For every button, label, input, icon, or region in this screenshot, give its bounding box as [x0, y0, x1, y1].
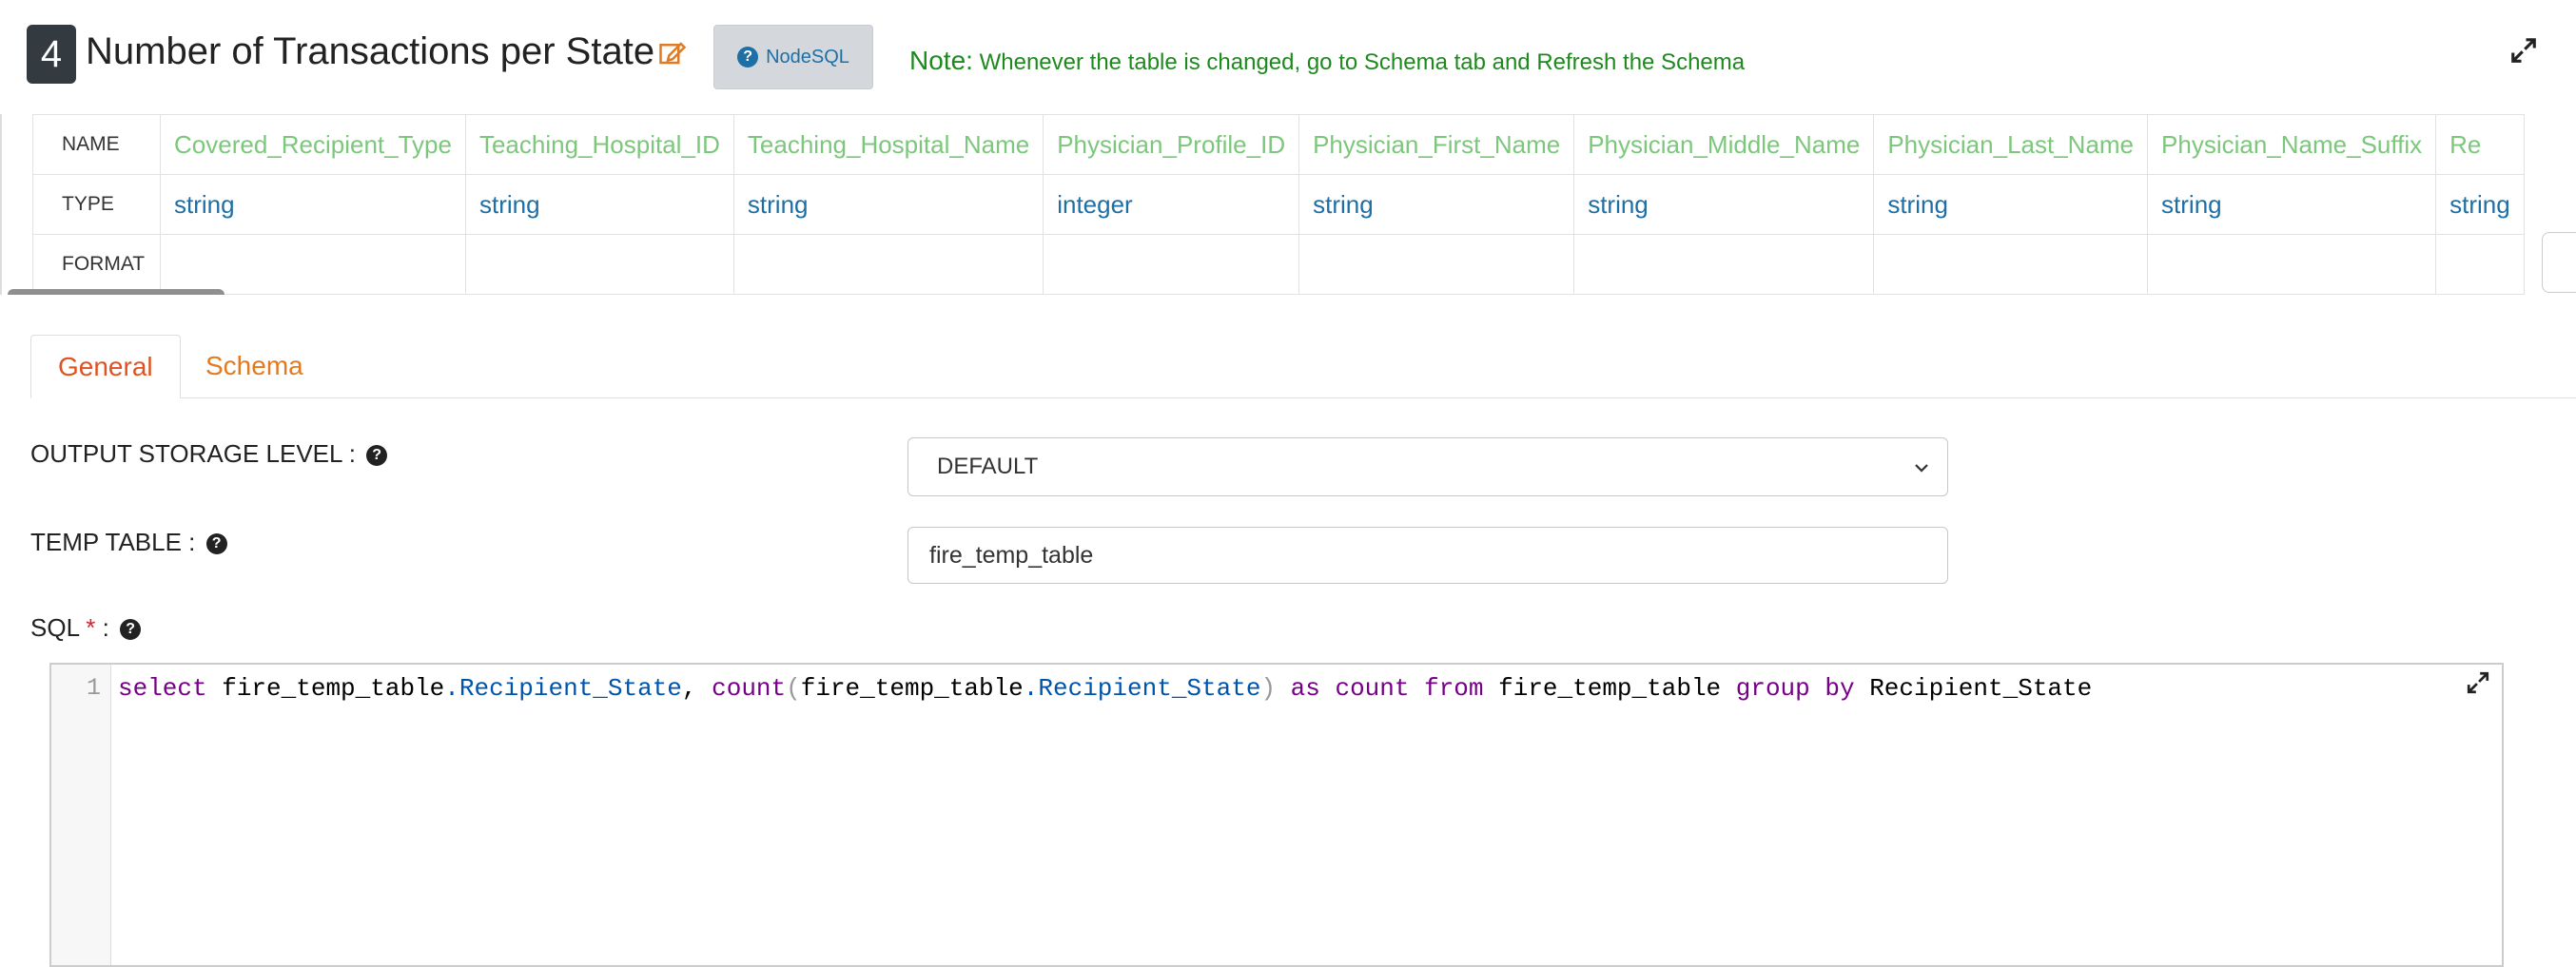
column-type-cell: string	[1873, 174, 2149, 235]
column-type-cell: string	[160, 174, 466, 235]
node-header: 4 Number of Transactions per State ? Nod…	[0, 0, 2576, 114]
tab-schema[interactable]: Schema	[179, 335, 330, 397]
code-token: from	[1409, 674, 1499, 703]
column-type-cell: string	[464, 174, 734, 235]
row-label-format: FORMAT	[32, 234, 161, 295]
column-name-cell: Teaching_Hospital_ID	[464, 114, 734, 175]
code-token: as	[1276, 674, 1336, 703]
sql-label-row: SQL * : ?	[30, 613, 142, 643]
column-format-cell	[160, 234, 466, 295]
note-label: Note:	[909, 46, 973, 75]
schema-note: Note: Whenever the table is changed, go …	[909, 46, 1745, 76]
code-token: .Recipient_State	[1023, 674, 1261, 703]
editor-gutter: 1	[51, 665, 111, 965]
code-token: fire_temp_table	[800, 674, 1024, 703]
help-icon[interactable]: ?	[205, 533, 227, 555]
temp-table-input[interactable]	[907, 527, 1948, 584]
expand-icon[interactable]	[2466, 670, 2490, 695]
output-storage-value: DEFAULT	[937, 454, 1039, 479]
code-token: (	[786, 674, 801, 703]
schema-table: NAME Covered_Recipient_Type Teaching_Hos…	[32, 114, 2525, 295]
chevron-down-icon	[1915, 464, 1928, 473]
edge-edit-button[interactable]	[2542, 232, 2576, 293]
column-format-cell	[1043, 234, 1300, 295]
column-type-cell: integer	[1043, 174, 1300, 235]
column-name-cell: Physician_First_Name	[1298, 114, 1575, 175]
sql-label-colon: :	[102, 613, 109, 642]
column-name-cell: Covered_Recipient_Type	[160, 114, 466, 175]
column-format-cell	[1873, 234, 2149, 295]
row-label-name: NAME	[32, 114, 161, 175]
column-name-cell: Physician_Profile_ID	[1043, 114, 1300, 175]
line-number: 1	[86, 674, 101, 702]
column-type-cell: string	[2435, 174, 2525, 235]
expand-icon[interactable]	[2509, 36, 2538, 65]
help-icon[interactable]: ?	[366, 445, 388, 467]
column-format-cell	[732, 234, 1044, 295]
column-name-cell: Physician_Last_Name	[1873, 114, 2149, 175]
column-format-cell	[2147, 234, 2437, 295]
column-name-cell: Physician_Name_Suffix	[2147, 114, 2437, 175]
output-storage-select[interactable]: DEFAULT	[907, 437, 1948, 496]
code-token: by	[1809, 674, 1870, 703]
column-name-cell: Re	[2435, 114, 2525, 175]
nodesql-label: NodeSQL	[766, 46, 849, 68]
edit-icon[interactable]	[658, 39, 687, 68]
sql-editor[interactable]: 1 select fire_temp_table.Recipient_State…	[49, 663, 2504, 967]
note-text: Whenever the table is changed, go to Sch…	[979, 49, 1746, 75]
code-token: ,	[681, 674, 712, 703]
schema-row-format: FORMAT	[32, 234, 2525, 295]
row-label-type: TYPE	[32, 174, 161, 235]
nodesql-button[interactable]: ? NodeSQL	[713, 25, 873, 89]
sql-label: SQL	[30, 613, 80, 642]
temp-table-label: TEMP TABLE :	[30, 528, 196, 556]
schema-table-container[interactable]: NAME Covered_Recipient_Type Teaching_Hos…	[0, 114, 2576, 295]
column-format-cell	[2435, 234, 2525, 295]
column-type-cell: string	[1573, 174, 1875, 235]
schema-row-name: NAME Covered_Recipient_Type Teaching_Hos…	[32, 114, 2525, 175]
required-asterisk: *	[86, 613, 96, 642]
code-token: )	[1260, 674, 1277, 703]
code-token: count	[1335, 674, 1410, 703]
output-storage-label-row: OUTPUT STORAGE LEVEL : ?	[30, 439, 388, 469]
column-name-cell: Physician_Middle_Name	[1573, 114, 1875, 175]
help-icon[interactable]: ?	[120, 619, 142, 641]
code-token: count	[712, 674, 787, 703]
schema-row-type: TYPE string string string integer string…	[32, 174, 2525, 235]
output-storage-label: OUTPUT STORAGE LEVEL :	[30, 439, 356, 468]
code-token: Recipient_State	[1869, 674, 2093, 703]
node-title-text: Number of Transactions per State	[86, 30, 655, 72]
tab-general[interactable]: General	[30, 335, 181, 398]
code-line[interactable]: select fire_temp_table.Recipient_State, …	[118, 674, 2092, 703]
node-title: Number of Transactions per State	[86, 25, 687, 78]
horizontal-scrollbar[interactable]	[8, 289, 224, 295]
code-token: .Recipient_State	[444, 674, 682, 703]
tab-bar: General Schema	[30, 335, 2576, 398]
code-token: group	[1735, 674, 1810, 703]
node-number-badge: 4	[27, 25, 76, 84]
column-type-cell: string	[1298, 174, 1575, 235]
temp-table-label-row: TEMP TABLE : ?	[30, 528, 227, 557]
column-format-cell	[1298, 234, 1575, 295]
column-format-cell	[1573, 234, 1875, 295]
question-circle-icon: ?	[737, 47, 759, 68]
code-token: fire_temp_table	[206, 674, 445, 703]
code-token: select	[118, 674, 207, 703]
column-format-cell	[464, 234, 734, 295]
column-name-cell: Teaching_Hospital_Name	[732, 114, 1044, 175]
code-token: fire_temp_table	[1498, 674, 1736, 703]
column-type-cell: string	[2147, 174, 2437, 235]
column-type-cell: string	[732, 174, 1044, 235]
